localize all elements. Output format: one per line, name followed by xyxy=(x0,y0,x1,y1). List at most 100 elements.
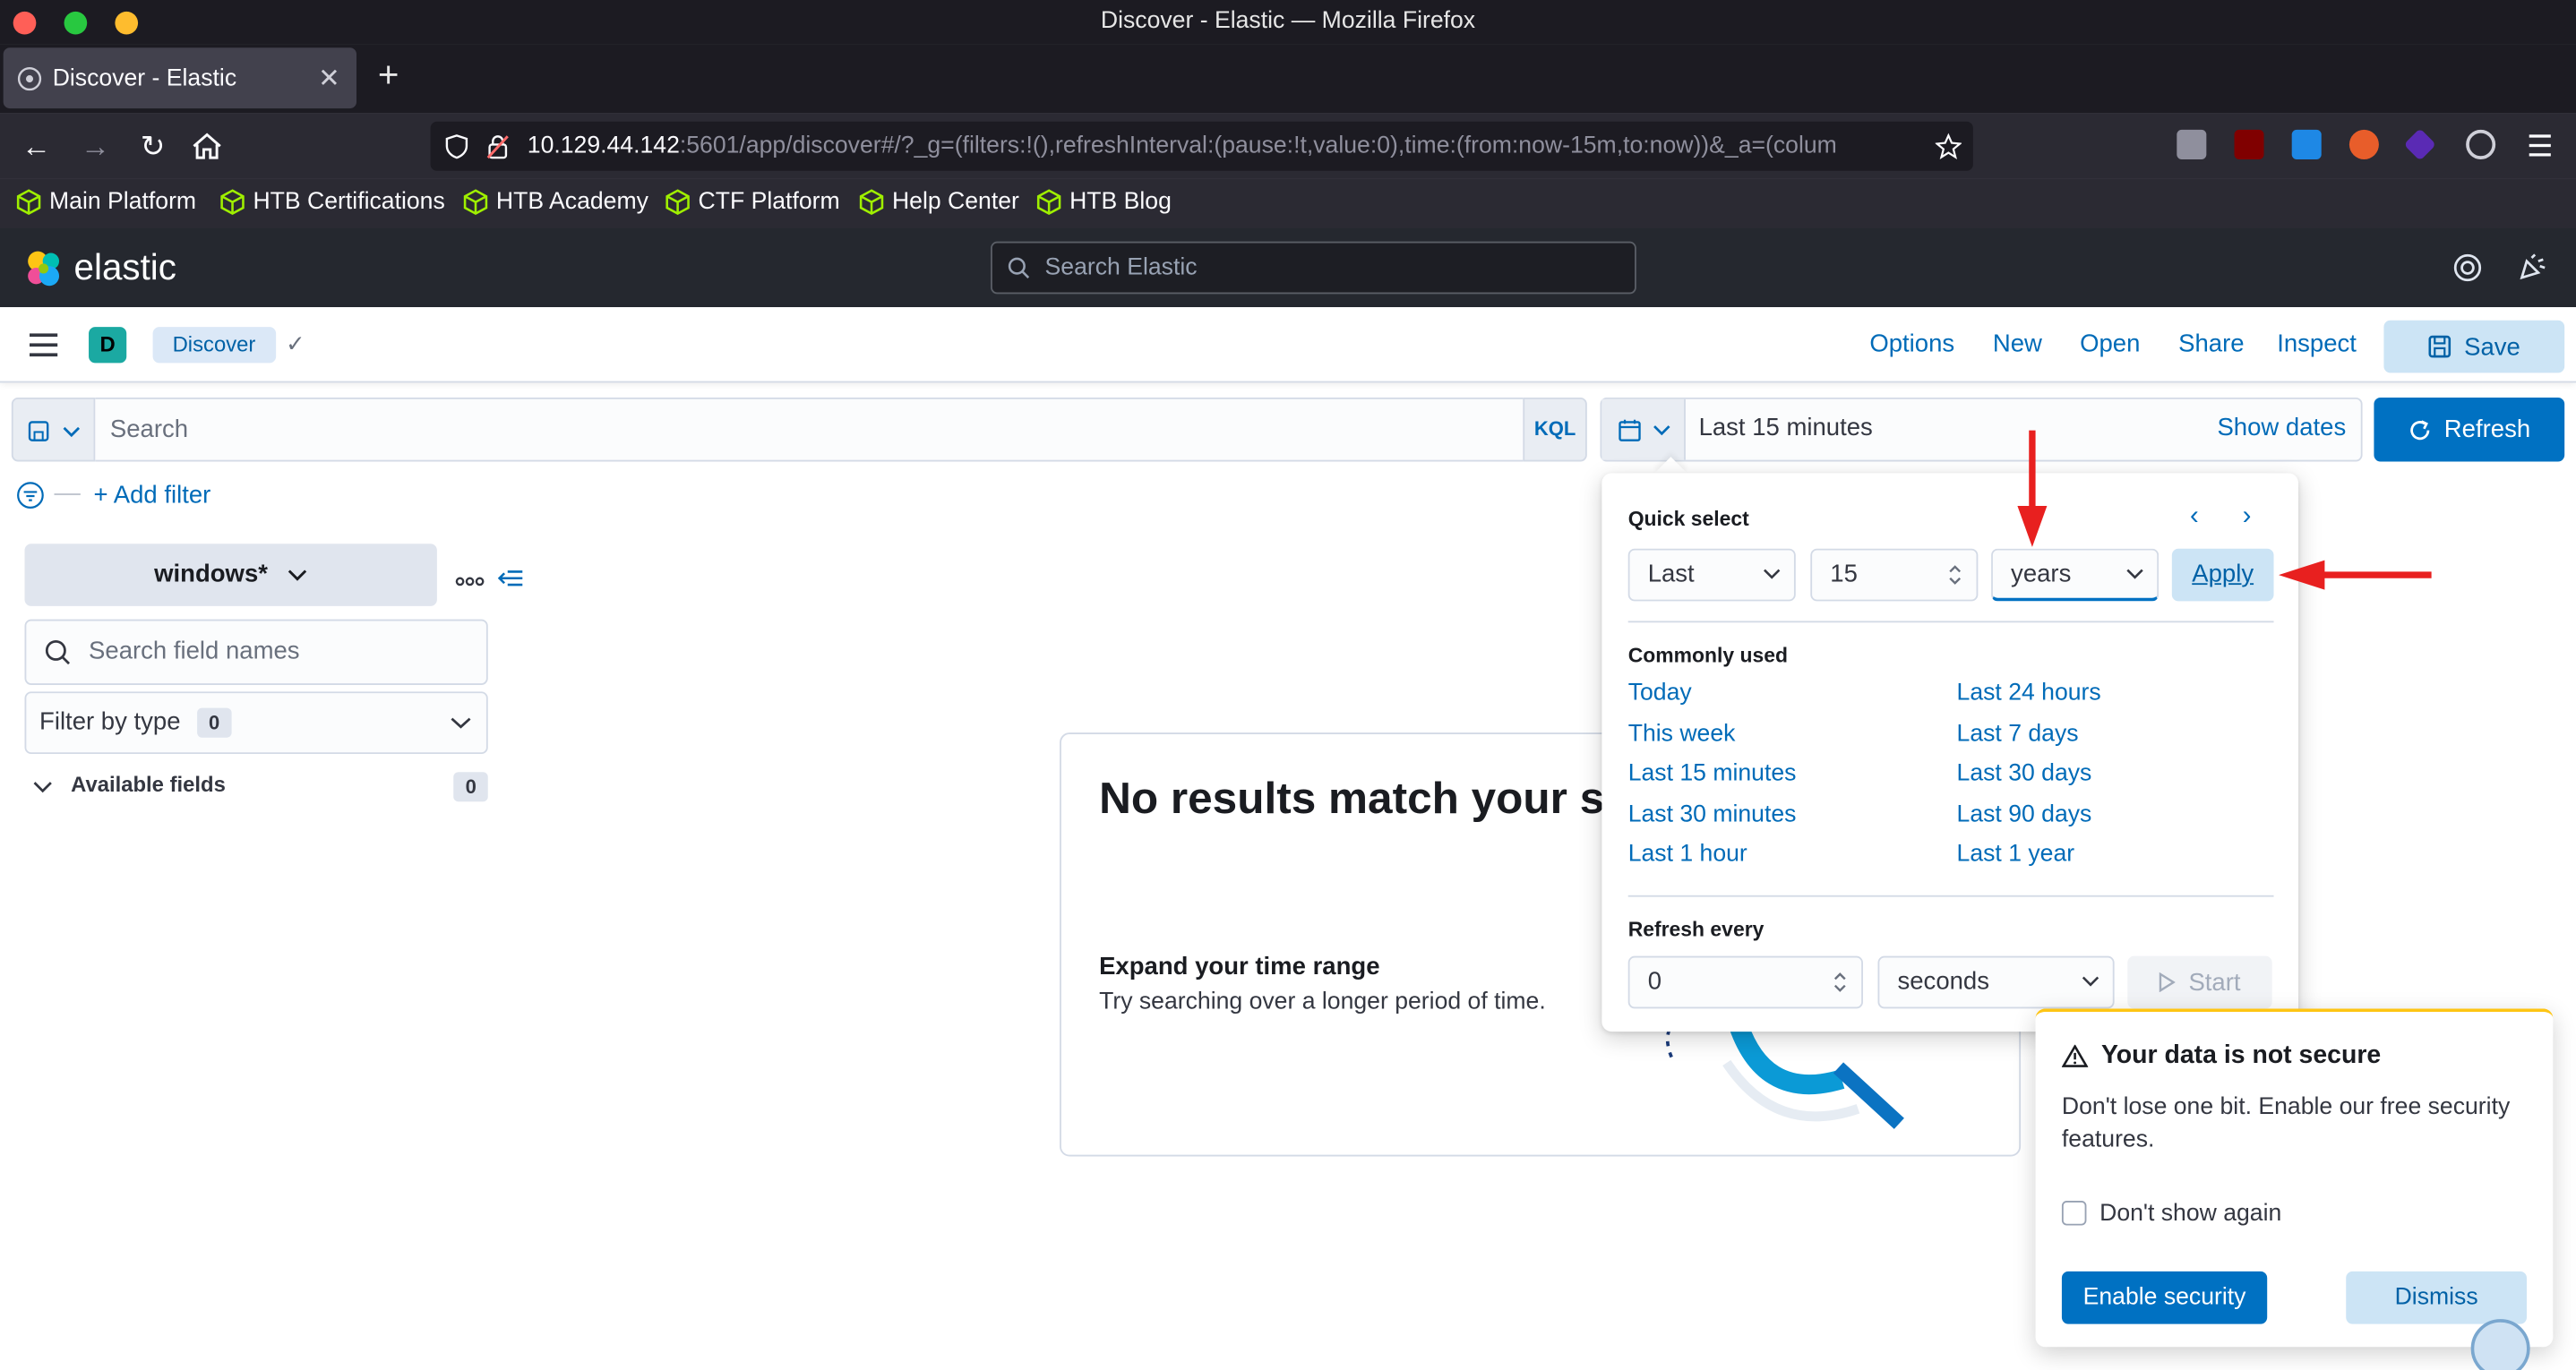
hex-cube-icon xyxy=(220,189,245,215)
extension-icon-4[interactable] xyxy=(2348,129,2379,159)
elastic-logo[interactable]: elastic xyxy=(23,246,176,289)
stepper-arrows-icon[interactable] xyxy=(1832,971,1848,994)
commonly-used-link[interactable]: Last 24 hours xyxy=(1957,680,2101,706)
inspect-link[interactable]: Inspect xyxy=(2277,330,2357,358)
maximize-window-button[interactable] xyxy=(64,11,88,35)
filter-by-type-label: Filter by type xyxy=(39,707,181,736)
new-link[interactable]: New xyxy=(1993,330,2042,358)
extension-icon-6[interactable] xyxy=(2466,129,2496,159)
minimize-window-button[interactable] xyxy=(115,11,139,35)
more-options-icon[interactable] xyxy=(455,575,485,588)
commonly-used-link[interactable]: This week xyxy=(1628,721,1736,747)
refresh-unit-select[interactable]: seconds xyxy=(1877,955,2115,1009)
warning-icon xyxy=(2061,1044,2089,1067)
tab-close-icon[interactable]: ✕ xyxy=(318,63,340,96)
quick-select-button[interactable] xyxy=(1601,398,1686,460)
next-range-icon[interactable]: › xyxy=(2243,502,2252,532)
apply-button[interactable]: Apply xyxy=(2171,548,2274,602)
hex-cube-icon xyxy=(665,189,690,215)
bookmark-star-icon[interactable] xyxy=(1935,133,1962,159)
open-link[interactable]: Open xyxy=(2080,330,2140,358)
feedback-icon[interactable] xyxy=(2470,1319,2530,1370)
collapse-sidebar-icon[interactable] xyxy=(498,569,525,588)
bookmark-item[interactable]: Main Platform xyxy=(16,189,196,215)
index-pattern-name: windows* xyxy=(154,560,268,588)
refresh-icon xyxy=(2409,419,2429,440)
extension-icon-3[interactable] xyxy=(2291,129,2322,159)
extension-icon-1[interactable] xyxy=(2177,129,2207,159)
filter-options-icon[interactable] xyxy=(16,481,44,509)
breadcrumb-discover[interactable]: Discover xyxy=(152,327,276,364)
browser-tab[interactable]: Discover - Elastic ✕ xyxy=(3,47,357,109)
extension-icon-5[interactable] xyxy=(2403,128,2436,161)
help-icon[interactable] xyxy=(2452,253,2482,283)
bookmark-item[interactable]: Help Center xyxy=(859,189,1019,215)
newsfeed-icon[interactable] xyxy=(2517,253,2546,283)
back-icon[interactable]: ← xyxy=(16,126,56,166)
stepper-arrows-icon[interactable] xyxy=(1947,563,1963,587)
bookmark-item[interactable]: HTB Academy xyxy=(463,189,648,215)
commonly-used-link[interactable]: Last 90 days xyxy=(1957,801,2092,827)
commonly-used-link[interactable]: Last 7 days xyxy=(1957,721,2079,747)
share-link[interactable]: Share xyxy=(2178,330,2244,358)
insecure-lock-icon[interactable] xyxy=(485,133,511,159)
new-tab-button[interactable]: + xyxy=(378,55,399,98)
enable-security-button[interactable]: Enable security xyxy=(2061,1271,2268,1324)
commonly-used-link[interactable]: Today xyxy=(1628,680,1692,706)
ublock-icon[interactable] xyxy=(2234,129,2264,159)
dont-show-again-label[interactable]: Don't show again xyxy=(2099,1201,2281,1227)
direction-select[interactable]: Last xyxy=(1627,548,1796,602)
breadcrumb-bar: D Discover ✓ Options New Open Share Insp… xyxy=(0,307,2576,383)
global-search-input[interactable]: Search Elastic xyxy=(991,241,1636,295)
space-avatar[interactable]: D xyxy=(89,327,127,364)
annotation-arrow-down xyxy=(2029,430,2036,513)
commonly-used-link[interactable]: Last 1 hour xyxy=(1628,841,1747,867)
show-dates-link[interactable]: Show dates xyxy=(2217,414,2346,441)
shield-icon[interactable] xyxy=(443,133,469,159)
available-fields-header[interactable]: Available fields 0 xyxy=(33,767,488,803)
bookmark-label: HTB Certifications xyxy=(253,188,445,216)
close-window-button[interactable] xyxy=(13,11,37,35)
screen: Discover - Elastic — Mozilla Firefox Dis… xyxy=(0,0,2576,1370)
query-input[interactable]: Search xyxy=(95,397,1524,462)
forward-icon[interactable]: → xyxy=(75,126,115,166)
commonly-used-title: Commonly used xyxy=(1627,644,1789,667)
bookmark-item[interactable]: HTB Blog xyxy=(1036,189,1172,215)
start-button[interactable]: Start xyxy=(2127,955,2272,1009)
save-icon xyxy=(2428,335,2451,358)
bookmark-item[interactable]: HTB Certifications xyxy=(220,189,445,215)
nav-menu-button[interactable] xyxy=(30,333,58,357)
filter-row: — + Add filter xyxy=(16,480,210,509)
home-icon[interactable] xyxy=(191,132,224,161)
refresh-button[interactable]: Refresh xyxy=(2374,397,2565,462)
commonly-used-link[interactable]: Last 30 minutes xyxy=(1628,801,1797,827)
kql-language-button[interactable]: KQL xyxy=(1523,397,1587,462)
bookmark-item[interactable]: CTF Platform xyxy=(665,189,840,215)
refresh-unit-value: seconds xyxy=(1897,967,1989,996)
dismiss-button[interactable]: Dismiss xyxy=(2346,1271,2527,1324)
index-pattern-switcher[interactable]: windows* xyxy=(24,544,437,606)
saved-query-button[interactable] xyxy=(11,397,96,462)
save-button[interactable]: Save xyxy=(2383,320,2565,373)
commonly-used-link[interactable]: Last 30 days xyxy=(1957,760,2092,786)
refresh-interval-stepper[interactable]: 0 xyxy=(1627,955,1863,1009)
field-search-input[interactable]: Search field names xyxy=(24,619,488,685)
commonly-used-link[interactable]: Last 15 minutes xyxy=(1628,760,1797,786)
filter-by-type-dropdown[interactable]: Filter by type 0 xyxy=(24,691,488,755)
calendar-icon xyxy=(1619,419,1641,441)
toast-title: Your data is not secure xyxy=(2100,1041,2382,1070)
unit-select[interactable]: years xyxy=(1991,548,2160,602)
reload-icon[interactable]: ↻ xyxy=(133,126,173,166)
hex-cube-icon xyxy=(463,189,488,215)
url-bar[interactable]: 10.129.44.142:5601/app/discover#/?_g=(fi… xyxy=(430,121,1973,171)
commonly-used-link[interactable]: Last 1 year xyxy=(1957,841,2075,867)
dont-show-again-checkbox[interactable] xyxy=(2061,1201,2087,1226)
time-range-label[interactable]: Last 15 minutes xyxy=(1699,414,1873,441)
bookmark-label: HTB Academy xyxy=(495,188,648,216)
add-filter-link[interactable]: + Add filter xyxy=(94,481,211,509)
options-link[interactable]: Options xyxy=(1869,330,1954,358)
amount-stepper[interactable]: 15 xyxy=(1810,548,1979,602)
previous-range-icon[interactable]: ‹ xyxy=(2190,502,2199,532)
menu-icon[interactable]: ☰ xyxy=(2520,126,2560,166)
url-path: :5601/app/discover#/?_g=(filters:!(),ref… xyxy=(679,133,1837,159)
